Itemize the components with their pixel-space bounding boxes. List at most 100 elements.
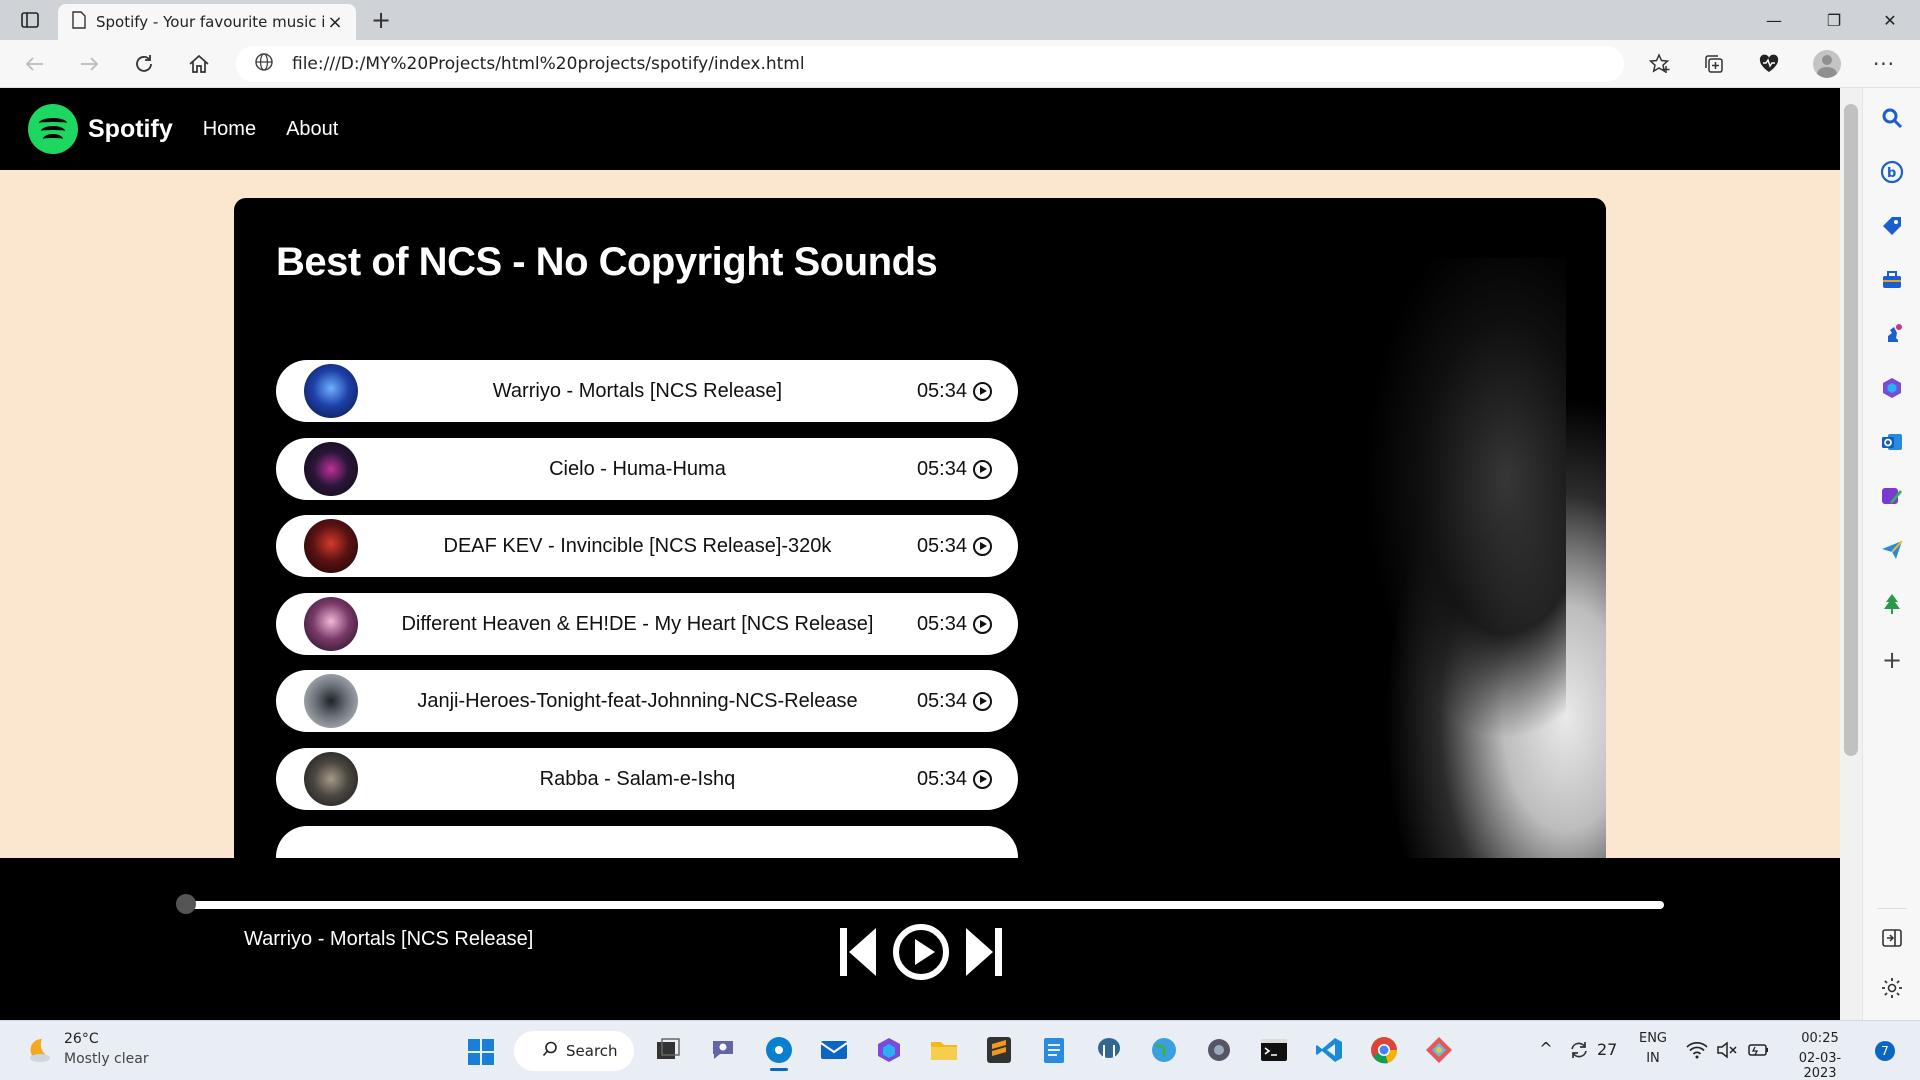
settings-app-icon[interactable]	[1204, 1035, 1234, 1065]
games-icon[interactable]	[1880, 322, 1904, 346]
vscode-icon[interactable]	[1314, 1035, 1344, 1065]
song-item[interactable]: Warriyo - Mortals [NCS Release] 05:34	[276, 360, 1018, 422]
play-circle-icon[interactable]	[973, 769, 992, 789]
settings-gear-icon[interactable]	[1880, 976, 1904, 1000]
back-button[interactable]	[16, 48, 52, 80]
send-icon[interactable]	[1880, 538, 1904, 562]
nav-home-link[interactable]: Home	[203, 118, 256, 141]
hide-sidebar-icon[interactable]	[1880, 926, 1904, 950]
microsoft-365-icon[interactable]	[1880, 376, 1904, 400]
scrollbar-thumb[interactable]	[1844, 104, 1858, 756]
player-controls	[838, 924, 1004, 984]
volume-muted-icon[interactable]	[1716, 1041, 1738, 1063]
notepad-icon[interactable]	[1039, 1035, 1069, 1065]
show-hidden-icons-icon[interactable]: ^	[1538, 1039, 1554, 1058]
previous-track-icon[interactable]	[838, 924, 878, 984]
notification-count[interactable]: 27	[1597, 1040, 1617, 1059]
song-cover	[304, 364, 358, 418]
windows-start-icon[interactable]	[467, 1038, 495, 1070]
sublime-text-icon[interactable]	[984, 1035, 1014, 1065]
weather-description[interactable]: Mostly clear	[64, 1051, 149, 1067]
search-icon	[542, 1041, 558, 1061]
notification-badge[interactable]: 7	[1875, 1041, 1895, 1061]
new-tab-button[interactable]: +	[367, 6, 395, 34]
site-navbar: Spotify Home About	[0, 88, 1840, 170]
add-sidebar-item-icon[interactable]: +	[1880, 648, 1904, 672]
language-indicator[interactable]: ENG	[1638, 1031, 1668, 1046]
battery-icon[interactable]	[1746, 1041, 1770, 1063]
search-label: Search	[566, 1042, 618, 1060]
next-track-icon[interactable]	[964, 924, 1004, 984]
song-item[interactable]: Different Heaven & EH!DE - My Heart [NCS…	[276, 593, 1018, 655]
copilot-icon[interactable]	[874, 1035, 904, 1065]
song-duration[interactable]: 05:34	[917, 768, 992, 791]
url-field[interactable]: file:///D:/MY%20Projects/html%20projects…	[236, 46, 1624, 82]
progress-thumb[interactable]	[176, 894, 196, 914]
shopping-icon[interactable]	[1880, 214, 1904, 238]
profile-avatar[interactable]	[1809, 48, 1845, 80]
close-window-button[interactable]: ✕	[1862, 0, 1918, 40]
tab-close-button[interactable]: ×	[324, 11, 346, 33]
song-item[interactable]: DEAF KEV - Invincible [NCS Release]-320k…	[276, 515, 1018, 577]
task-view-icon[interactable]	[653, 1035, 683, 1065]
song-duration[interactable]: 05:34	[917, 380, 992, 403]
teams-chat-icon[interactable]	[709, 1035, 739, 1065]
clock-date[interactable]: 02-03-2023	[1784, 1051, 1856, 1080]
song-duration[interactable]: 05:34	[917, 613, 992, 636]
spotify-logo-icon[interactable]	[28, 104, 78, 154]
sync-icon[interactable]	[1568, 1039, 1590, 1065]
play-button-icon[interactable]	[891, 922, 951, 986]
mail-icon[interactable]	[819, 1035, 849, 1065]
url-text: file:///D:/MY%20Projects/html%20projects…	[292, 54, 805, 74]
page-scrollbar[interactable]	[1840, 88, 1862, 1020]
bing-chat-icon[interactable]: b	[1880, 160, 1904, 184]
collections-icon[interactable]	[1696, 48, 1732, 80]
search-icon[interactable]	[1880, 106, 1904, 130]
git-tool-icon[interactable]	[1424, 1035, 1454, 1065]
song-duration[interactable]: 05:34	[917, 458, 992, 481]
playlist-title: Best of NCS - No Copyright Sounds	[276, 240, 938, 284]
outlook-icon[interactable]	[1880, 430, 1904, 454]
postgresql-icon[interactable]	[1094, 1035, 1124, 1065]
globe-app-icon[interactable]	[1149, 1035, 1179, 1065]
play-circle-icon[interactable]	[973, 536, 992, 556]
taskbar-search[interactable]: Search	[514, 1031, 634, 1071]
song-duration[interactable]: 05:34	[917, 690, 992, 713]
forward-button[interactable]	[72, 48, 108, 80]
address-bar: file:///D:/MY%20Projects/html%20projects…	[0, 40, 1920, 88]
weather-icon[interactable]	[24, 1035, 54, 1069]
song-item[interactable]: Rabba - Salam-e-Ishq 05:34	[276, 748, 1018, 810]
restore-button[interactable]: ❐	[1806, 0, 1862, 40]
hero-image-shading	[1306, 258, 1566, 778]
tab-actions-icon[interactable]	[12, 7, 48, 33]
browser-tab[interactable]: Spotify - Your favourite music is h ×	[58, 4, 356, 40]
edge-browser-icon[interactable]	[764, 1035, 794, 1071]
play-circle-icon[interactable]	[973, 614, 992, 634]
nav-about-link[interactable]: About	[286, 118, 338, 141]
progress-bar[interactable]	[178, 901, 1664, 909]
file-explorer-icon[interactable]	[929, 1035, 959, 1065]
song-item[interactable]: Cielo - Huma-Huma 05:34	[276, 438, 1018, 500]
chrome-icon[interactable]	[1369, 1035, 1399, 1065]
play-circle-icon[interactable]	[973, 381, 992, 401]
play-circle-icon[interactable]	[973, 691, 992, 711]
more-options-icon[interactable]: ···	[1866, 48, 1902, 80]
designer-icon[interactable]	[1880, 484, 1904, 508]
wifi-icon[interactable]	[1686, 1041, 1708, 1063]
region-indicator[interactable]: IN	[1638, 1051, 1668, 1066]
clock-time[interactable]: 00:25	[1784, 1031, 1856, 1046]
refresh-button[interactable]	[126, 48, 162, 80]
tree-icon[interactable]	[1880, 592, 1904, 616]
tools-icon[interactable]	[1880, 268, 1904, 292]
song-item[interactable]: Janji-Heroes-Tonight-feat-Johnning-NCS-R…	[276, 670, 1018, 732]
brand-name[interactable]: Spotify	[88, 115, 173, 144]
song-duration[interactable]: 05:34	[917, 535, 992, 558]
favorites-icon[interactable]	[1642, 48, 1678, 80]
terminal-icon[interactable]	[1259, 1035, 1289, 1065]
browser-essentials-icon[interactable]	[1751, 48, 1787, 80]
play-circle-icon[interactable]	[973, 459, 992, 479]
weather-temperature[interactable]: 26°C	[64, 1031, 99, 1047]
home-button[interactable]	[181, 48, 217, 80]
minimize-button[interactable]: —	[1746, 0, 1802, 40]
edge-sidebar: b +	[1862, 88, 1920, 1020]
